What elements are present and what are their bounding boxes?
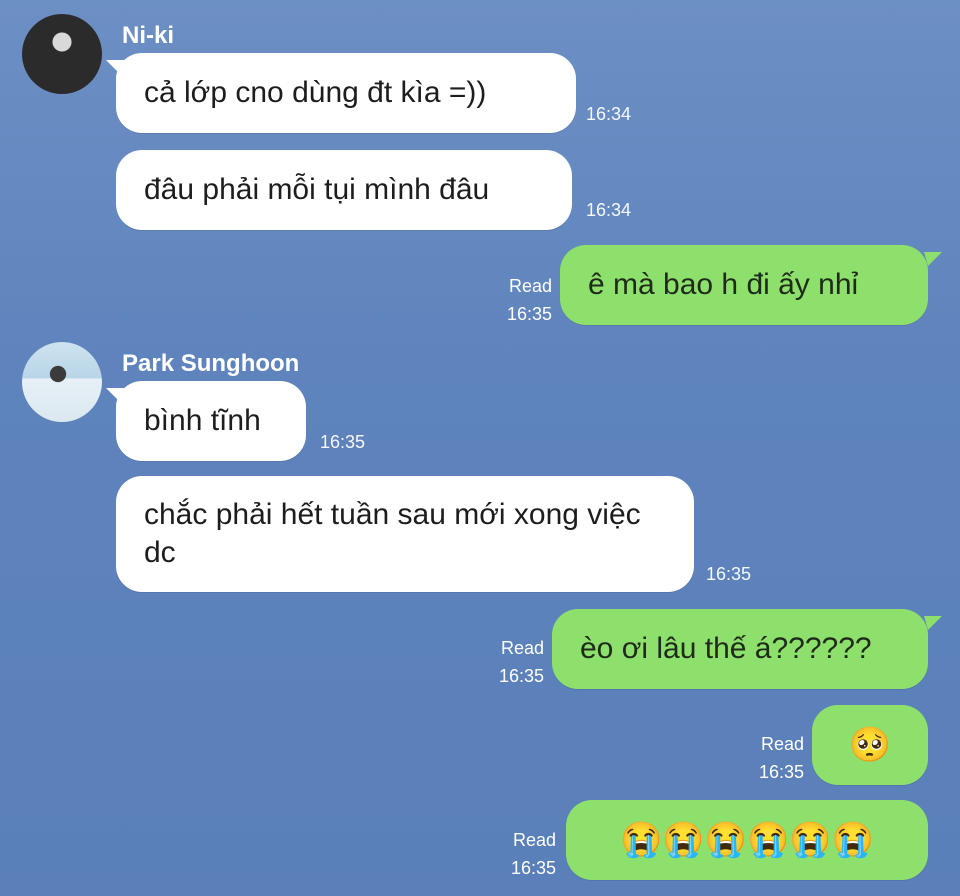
message-time: 16:35 [498, 666, 544, 686]
read-status: Read 16:35 [500, 826, 556, 882]
bubble-tail [924, 616, 942, 630]
message-text: èo ơi lâu thế á?????? [580, 632, 872, 665]
read-status: Read 16:35 [748, 730, 804, 786]
read-status: Read 16:35 [496, 272, 552, 328]
message-bubble[interactable]: cả lớp cno dùng đt kìa =)) [116, 53, 576, 133]
message-bubble-outgoing[interactable]: èo ơi lâu thế á?????? [552, 609, 928, 689]
message-bubble-outgoing[interactable]: 😭😭😭😭😭😭 [566, 800, 928, 880]
bubble-tail [924, 252, 942, 266]
message-time: 16:35 [510, 858, 556, 878]
message-time: 16:34 [586, 200, 632, 220]
read-label: Read [508, 276, 552, 296]
message-time: 16:35 [506, 304, 552, 324]
message-time: 16:35 [706, 564, 752, 584]
read-label: Read [760, 734, 804, 754]
avatar-park-sunghoon[interactable] [22, 342, 102, 422]
message-text: ê mà bao h đi ấy nhỉ [588, 268, 859, 301]
pleading-face-icon: 🥺 [848, 726, 892, 764]
message-bubble-outgoing[interactable]: ê mà bao h đi ấy nhỉ [560, 245, 928, 325]
avatar-niki[interactable] [22, 14, 102, 94]
message-bubble[interactable]: bình tĩnh [116, 381, 306, 461]
message-text: đâu phải mỗi tụi mình đâu [144, 173, 490, 206]
read-status: Read 16:35 [488, 634, 544, 690]
crying-face-icon: 😭😭😭😭😭😭 [619, 821, 874, 859]
sender-name-niki: Ni-ki [122, 22, 175, 49]
read-label: Read [500, 638, 544, 658]
message-bubble[interactable]: đâu phải mỗi tụi mình đâu [116, 150, 572, 230]
message-bubble[interactable]: chắc phải hết tuần sau mới xong việc dc [116, 476, 694, 592]
message-time: 16:35 [320, 432, 366, 452]
sender-name-park: Park Sunghoon [122, 350, 300, 377]
message-text: cả lớp cno dùng đt kìa =)) [144, 76, 487, 109]
message-text: bình tĩnh [144, 404, 261, 437]
read-label: Read [512, 830, 556, 850]
message-time: 16:34 [586, 104, 632, 124]
message-bubble-outgoing[interactable]: 🥺 [812, 705, 928, 785]
message-text: chắc phải hết tuần sau mới xong việc dc [144, 498, 641, 569]
message-time: 16:35 [758, 762, 804, 782]
